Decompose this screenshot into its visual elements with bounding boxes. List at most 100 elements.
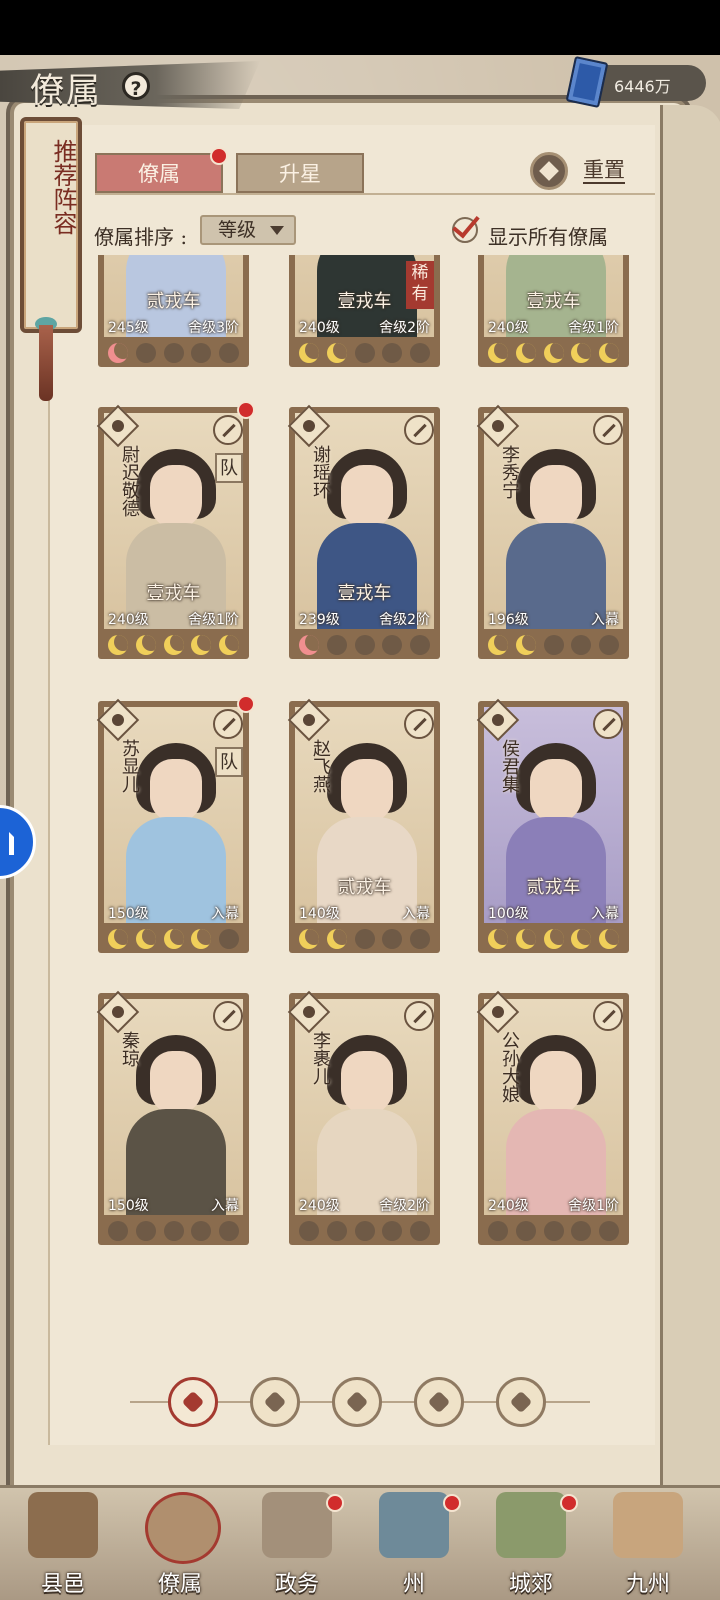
face (150, 465, 202, 529)
show-all-label[interactable]: 显示所有僚属 (488, 221, 608, 250)
nav-label: 县邑 (40, 1572, 85, 1597)
rank-label: 壹戎车 (146, 583, 201, 604)
retainer-card[interactable]: 赵飞燕 贰戎车 140级 入幕 (287, 698, 440, 953)
star-moons (104, 929, 243, 949)
nav-map-icon[interactable]: 九州 (593, 1488, 703, 1600)
faction-cat-icon[interactable] (332, 1377, 382, 1427)
retainer-card[interactable]: 侯君集 贰戎车 100级 入幕 (476, 698, 629, 953)
moon-icon (543, 929, 564, 949)
moon-icon (571, 343, 592, 363)
recommended-lineup-tag[interactable]: 推荐阵容 (20, 117, 82, 333)
moon-icon (543, 635, 564, 655)
caret-down-icon (270, 226, 284, 235)
retainer-card[interactable]: 秦琼 150级 入幕 (96, 990, 249, 1245)
retainer-card[interactable]: 李裹儿 240级 舍级2阶 (287, 990, 440, 1245)
class-icon (593, 1001, 623, 1031)
moon-icon (354, 1221, 375, 1241)
moon-icon (108, 343, 128, 363)
rank-label: 壹戎车 (337, 583, 392, 604)
moon-icon (410, 635, 430, 655)
status-label: 舍级2阶 (379, 320, 430, 336)
class-icon (213, 415, 243, 445)
reset-icon[interactable] (530, 152, 568, 190)
nav-badge (326, 1494, 344, 1512)
nav-province-icon[interactable]: 州 (359, 1488, 469, 1600)
nav-town-icon[interactable]: 县邑 (8, 1488, 118, 1600)
retainer-grid: 樊梨花 队 贰戎车 245级 舍级3阶 狄仁杰 队 稀有 壹戎车 240级 舍级… (80, 255, 660, 1348)
face (530, 1051, 582, 1115)
moon-icon (219, 1221, 239, 1241)
face (530, 465, 582, 529)
status-bar (0, 0, 720, 55)
rank-label: 壹戎车 (526, 291, 581, 312)
province-icon (379, 1492, 449, 1558)
moon-icon (163, 635, 184, 655)
tab-divider (95, 193, 655, 195)
moon-icon (191, 343, 212, 363)
moon-icon (410, 343, 430, 363)
nav-label: 州 (402, 1572, 425, 1597)
suburb-icon (496, 1492, 566, 1558)
currency-value: 6446万 (614, 77, 671, 96)
retainer-name: 谢瑶环 (310, 445, 331, 499)
moon-icon (326, 929, 347, 949)
moon-icon (108, 1221, 128, 1241)
show-all-checkbox[interactable] (452, 209, 480, 243)
reset-button[interactable]: 重置 (583, 158, 625, 184)
moon-icon (135, 635, 156, 655)
character-figure (506, 1035, 606, 1215)
page-title: 僚属 (30, 71, 102, 111)
level-label: 240级 (488, 320, 529, 336)
moon-icon (515, 635, 536, 655)
moon-icon (410, 1221, 430, 1241)
nav-suburb-icon[interactable]: 城郊 (476, 1488, 586, 1600)
moon-icon (299, 929, 319, 949)
sort-dropdown[interactable]: 等级 (200, 215, 296, 245)
retainer-card[interactable]: 尉迟敬德 队 壹戎车 240级 舍级1阶 (96, 401, 255, 659)
retainer-card[interactable]: 狄仁杰 队 稀有 壹戎车 240级 舍级2阶 (289, 255, 440, 367)
retainer-card[interactable]: 公孙大娘 240级 舍级1阶 (476, 990, 629, 1245)
star-moons (104, 635, 243, 655)
star-moons (295, 635, 434, 655)
retainer-card[interactable]: 樊梨花 队 贰戎车 245级 舍级3阶 (98, 255, 249, 367)
status-label: 舍级1阶 (568, 320, 619, 336)
sort-value: 等级 (218, 219, 257, 241)
tassel (39, 325, 53, 401)
class-icon (404, 415, 434, 445)
face (341, 465, 393, 529)
status-label: 舍级3阶 (188, 320, 239, 336)
character-figure (126, 743, 226, 923)
tab-star-up[interactable]: 升星 (236, 153, 364, 193)
status-label: 舍级1阶 (568, 1198, 619, 1214)
moon-icon (599, 1221, 619, 1241)
tab-retainers-badge (210, 147, 228, 165)
face (341, 1051, 393, 1115)
town-icon (28, 1492, 98, 1558)
faction-lion-icon[interactable] (496, 1377, 546, 1427)
star-moons (104, 343, 243, 363)
level-label: 150级 (108, 906, 149, 922)
status-label: 入幕 (591, 612, 619, 628)
tab-retainers[interactable]: 僚属 (95, 153, 223, 193)
level-label: 140级 (299, 906, 340, 922)
retainer-card[interactable]: 李秀宁 196级 入幕 (476, 404, 629, 659)
status-label: 入幕 (591, 906, 619, 922)
star-moons (484, 635, 623, 655)
retainer-card[interactable]: 苏显儿 队 150级 入幕 (96, 695, 255, 953)
retainer-card[interactable]: 谢瑶环 壹戎车 239级 舍级2阶 (287, 404, 440, 659)
faction-fan-icon[interactable] (414, 1377, 464, 1427)
retainer-card[interactable]: 孙思邈 队 壹戎车 240级 舍级1阶 (478, 255, 629, 367)
retainer-name: 公孙大娘 (499, 1031, 520, 1103)
moon-icon (488, 1221, 508, 1241)
moon-icon (599, 635, 619, 655)
nav-retainers-icon[interactable]: 僚属 (125, 1488, 235, 1600)
character-figure (317, 1035, 417, 1215)
question-icon[interactable]: ? (122, 72, 150, 100)
all-filter-icon[interactable] (168, 1377, 218, 1427)
moon-icon (135, 1221, 156, 1241)
faction-bell-icon[interactable] (250, 1377, 300, 1427)
nav-affairs-icon[interactable]: 政务 (242, 1488, 352, 1600)
star-moons (104, 1221, 243, 1241)
level-label: 239级 (299, 612, 340, 628)
moon-icon (543, 1221, 564, 1241)
